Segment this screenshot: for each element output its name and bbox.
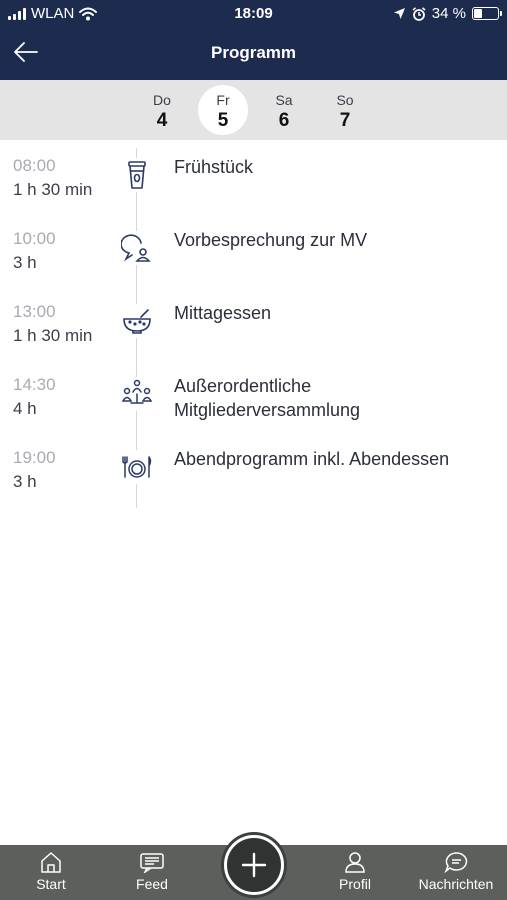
soup-bowl-icon — [120, 304, 154, 338]
tab-label: Profil — [339, 876, 371, 892]
event-time: 08:00 — [13, 156, 56, 175]
tab-profil[interactable]: Profil — [305, 849, 405, 899]
program-item[interactable]: 08:00 1 h 30 min Frühstück — [0, 140, 507, 213]
day-tab-sa[interactable]: Sa 6 — [259, 83, 309, 135]
app-header: WLAN 18:09 34 % Programm — [0, 0, 507, 80]
tab-start[interactable]: Start — [1, 849, 101, 899]
event-title: Mittagessen — [174, 303, 272, 323]
event-time: 19:00 — [13, 448, 56, 467]
program-item[interactable]: 10:00 3 h Vorbesprechung zur MV — [0, 213, 507, 286]
day-name: Do — [153, 92, 171, 108]
program-item[interactable]: 13:00 1 h 30 min Mittagessen — [0, 286, 507, 359]
tab-label: Feed — [136, 876, 168, 892]
feed-icon — [140, 853, 164, 873]
plate-cutlery-icon — [120, 450, 154, 484]
alarm-icon — [412, 6, 426, 21]
day-number: 4 — [156, 110, 168, 131]
messages-icon — [444, 852, 468, 873]
status-right: 34 % — [393, 5, 502, 22]
event-title: Frühstück — [174, 157, 254, 177]
program-item[interactable]: 19:00 3 h Abendprogramm inkl. Abendessen — [0, 432, 507, 505]
coffee-cup-icon — [120, 158, 154, 192]
day-name: Fr — [216, 92, 230, 108]
event-time: 13:00 — [13, 302, 56, 321]
program-item[interactable]: 14:30 4 h Außerordentliche Mitgliederver… — [0, 359, 507, 432]
assembly-people-icon — [120, 377, 154, 411]
add-button[interactable] — [224, 835, 284, 895]
battery-icon — [472, 7, 502, 20]
meeting-chat-icon — [120, 231, 154, 265]
location-icon — [393, 8, 405, 19]
tab-nachrichten[interactable]: Nachrichten — [406, 849, 506, 899]
day-selector: Do 4 Fr 5 Sa 6 So 7 — [0, 80, 507, 140]
status-bar: WLAN 18:09 34 % — [0, 0, 507, 28]
page-title: Programm — [210, 43, 297, 62]
day-tab-do[interactable]: Do 4 — [137, 83, 187, 135]
event-duration: 1 h 30 min — [13, 326, 93, 345]
day-number: 5 — [217, 110, 229, 131]
event-title: Außerordentliche Mitgliederversammlung — [174, 376, 361, 420]
event-duration: 3 h — [13, 472, 37, 491]
event-duration: 3 h — [13, 253, 37, 272]
tab-feed[interactable]: Feed — [102, 849, 202, 899]
day-name: So — [336, 92, 354, 108]
event-time: 10:00 — [13, 229, 56, 248]
battery-percent: 34 % — [431, 5, 466, 22]
home-icon — [41, 852, 61, 873]
profile-icon — [345, 852, 365, 873]
event-duration: 1 h 30 min — [13, 180, 93, 199]
day-tab-so[interactable]: So 7 — [320, 83, 370, 135]
event-time: 14:30 — [13, 375, 56, 394]
tab-label: Start — [36, 876, 66, 892]
day-tab-fr[interactable]: Fr 5 — [198, 85, 248, 135]
event-duration: 4 h — [13, 399, 37, 418]
day-number: 6 — [278, 110, 290, 131]
event-title: Vorbesprechung zur MV — [174, 230, 368, 250]
event-title: Abendprogramm inkl. Abendessen — [174, 449, 450, 469]
day-name: Sa — [275, 92, 293, 108]
day-number: 7 — [339, 110, 351, 131]
plus-icon — [241, 852, 267, 878]
tab-label: Nachrichten — [418, 876, 494, 892]
program-timeline: 08:00 1 h 30 min Frühstück 10:00 3 h Vor… — [0, 140, 507, 510]
